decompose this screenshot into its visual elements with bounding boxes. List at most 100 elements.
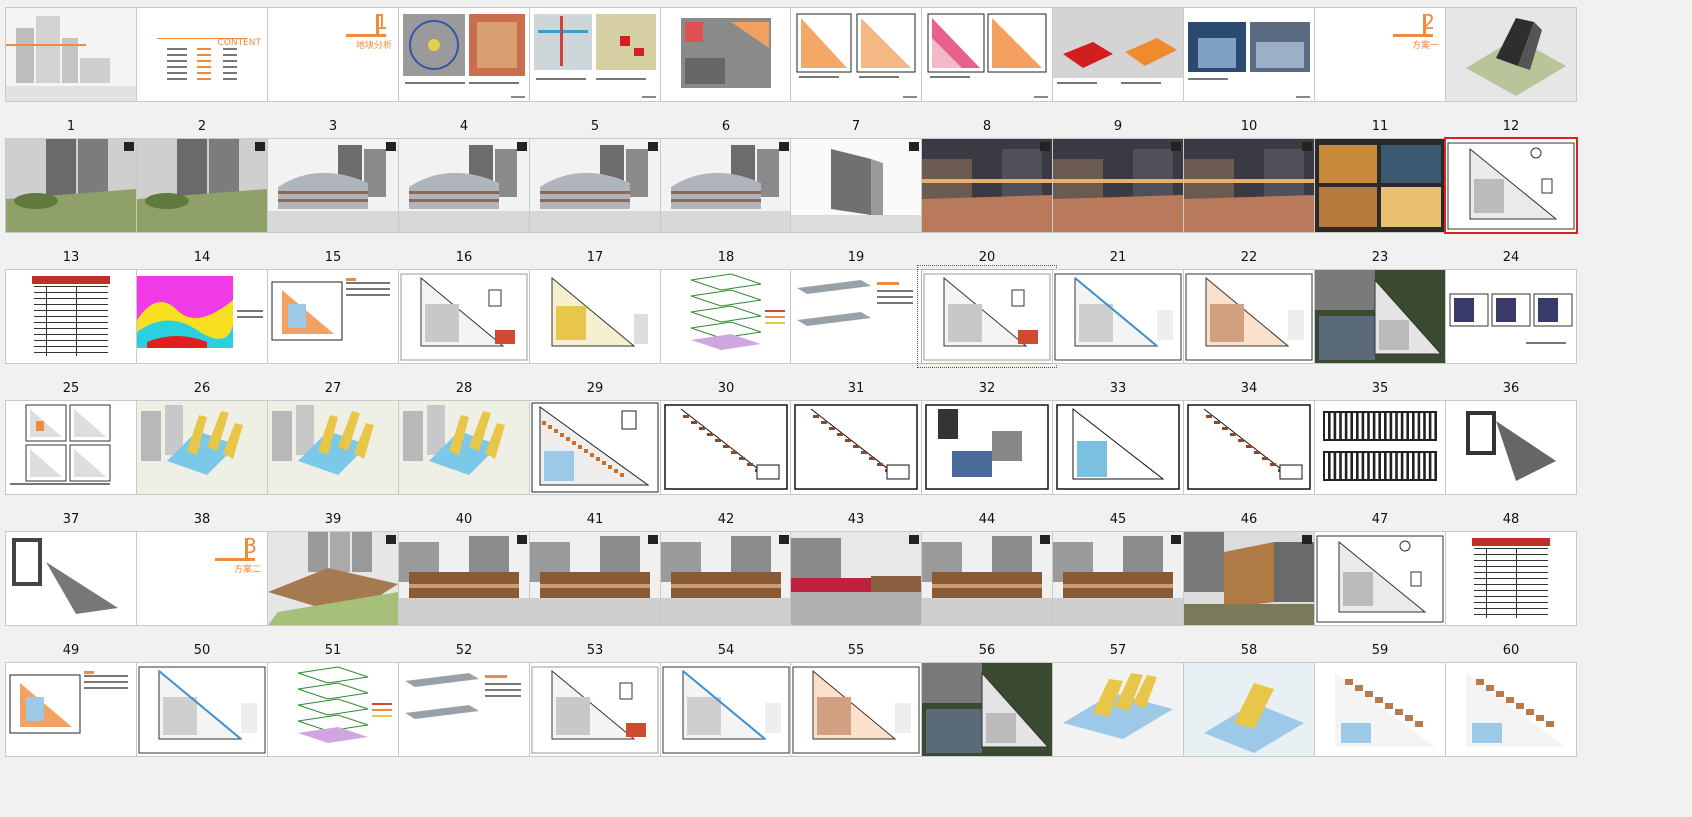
slide-thumbnail[interactable] (267, 269, 399, 364)
slide-thumbnail[interactable] (1314, 138, 1446, 233)
selected-slide-thumbnail[interactable] (1444, 137, 1578, 234)
slide-thumbnail[interactable] (5, 531, 137, 626)
slide-sorter-grid: 1 CONTENT 2 地块分析 1 3 4 5 6 7 8 9 10 方案一 2 11 12 13 14 15 16 1… (0, 0, 1692, 817)
slide-thumbnail-cell: 37 (5, 400, 137, 535)
slide-thumbnail[interactable] (5, 269, 137, 364)
slide-thumbnail[interactable] (1052, 400, 1184, 495)
slide-thumbnail[interactable] (267, 400, 399, 495)
slide-thumbnail[interactable] (1183, 531, 1315, 626)
slide-preview (138, 666, 266, 754)
slide-preview (1472, 538, 1550, 620)
slide-thumbnail[interactable] (921, 138, 1053, 233)
slide-thumbnail[interactable] (529, 531, 661, 626)
slide-number-label: 26 (193, 381, 211, 396)
slide-thumbnail[interactable] (529, 400, 661, 495)
slide-thumbnail[interactable] (1445, 269, 1577, 364)
slide-thumbnail[interactable] (1183, 138, 1315, 233)
slide-thumbnail[interactable] (1052, 7, 1184, 102)
slide-preview (530, 532, 660, 625)
slide-thumbnail-cell (5, 662, 137, 797)
slide-number-label: 58 (1240, 643, 1258, 658)
slide-thumbnail-cell: 21 (1052, 138, 1184, 273)
slide-thumbnail[interactable] (1052, 269, 1184, 364)
slide-thumbnail[interactable] (529, 269, 661, 364)
slide-thumbnail[interactable] (529, 662, 661, 757)
slide-thumbnail[interactable] (660, 138, 792, 233)
slide-thumbnail[interactable] (921, 662, 1053, 757)
slide-thumbnail[interactable] (921, 400, 1053, 495)
slide-thumbnail[interactable] (790, 138, 922, 233)
slide-thumbnail[interactable]: 地块分析 1 (267, 7, 399, 102)
slide-preview (534, 14, 656, 98)
slide-thumbnail[interactable] (660, 662, 792, 757)
slide-thumbnail[interactable] (660, 7, 792, 102)
slide-thumbnail[interactable] (5, 138, 137, 233)
slide-thumbnail[interactable] (660, 400, 792, 495)
slide-number-label: 19 (847, 250, 865, 265)
slide-thumbnail[interactable] (1445, 7, 1577, 102)
slide-number-label: 9 (1113, 119, 1123, 134)
slide-thumbnail[interactable] (1445, 662, 1577, 757)
slide-thumbnail[interactable] (1445, 531, 1577, 626)
slide-thumbnail[interactable] (790, 662, 922, 757)
slide-preview (1053, 663, 1183, 756)
slide-thumbnail[interactable] (267, 138, 399, 233)
slide-thumbnail[interactable] (1183, 400, 1315, 495)
slide-thumbnail[interactable] (398, 269, 530, 364)
slide-thumbnail-cell (267, 662, 399, 797)
slide-thumbnail[interactable] (1314, 531, 1446, 626)
slide-thumbnail[interactable] (5, 400, 137, 495)
slide-thumbnail[interactable] (921, 7, 1053, 102)
slide-thumbnail[interactable] (398, 138, 530, 233)
slide-thumbnail-cell (398, 662, 530, 797)
slide-thumbnail[interactable] (1314, 269, 1446, 364)
slide-thumbnail[interactable] (921, 531, 1053, 626)
slide-preview (297, 666, 392, 743)
slide-thumbnail[interactable] (790, 531, 922, 626)
slide-thumbnail-cell: 16 (398, 138, 530, 273)
slide-thumbnail[interactable] (136, 400, 268, 495)
slide-thumbnail[interactable] (1183, 662, 1315, 757)
slide-preview (1053, 532, 1183, 625)
slide-thumbnail[interactable] (790, 269, 922, 364)
slide-number-label: 38 (193, 512, 211, 527)
slide-thumbnail[interactable] (1314, 400, 1446, 495)
slide-thumbnail[interactable] (660, 531, 792, 626)
slide-thumbnail[interactable] (660, 269, 792, 364)
slide-preview (399, 139, 529, 232)
slide-thumbnail[interactable] (790, 7, 922, 102)
slide-thumbnail-cell: 24 (1444, 137, 1578, 273)
slide-thumbnail[interactable] (136, 138, 268, 233)
slide-thumbnail[interactable] (398, 7, 530, 102)
slide-thumbnail[interactable] (136, 662, 268, 757)
slide-thumbnail[interactable] (529, 138, 661, 233)
slide-preview (927, 13, 1048, 98)
slide-thumbnail[interactable] (1183, 269, 1315, 364)
slide-thumbnail-cell: 22 (1183, 138, 1315, 273)
slide-thumbnail[interactable] (267, 662, 399, 757)
slide-thumbnail[interactable] (267, 531, 399, 626)
slide-thumbnail[interactable] (790, 400, 922, 495)
slide-preview (6, 8, 136, 101)
slide-thumbnail[interactable] (5, 662, 137, 757)
slide-thumbnail[interactable]: 方案一 2 (1314, 7, 1446, 102)
slide-thumbnail[interactable]: 方案二 3 (136, 531, 268, 626)
slide-number-label: 40 (455, 512, 473, 527)
slide-thumbnail[interactable] (136, 269, 268, 364)
slide-thumbnail[interactable] (529, 7, 661, 102)
slide-thumbnail[interactable]: CONTENT (136, 7, 268, 102)
slide-thumbnail[interactable] (1445, 400, 1577, 495)
slide-thumbnail[interactable] (917, 265, 1057, 368)
slide-thumbnail[interactable] (5, 7, 137, 102)
slide-thumbnail[interactable] (398, 662, 530, 757)
slide-thumbnail[interactable] (1052, 138, 1184, 233)
slide-thumbnail[interactable] (1052, 531, 1184, 626)
slide-thumbnail-cell: 23 (1314, 138, 1446, 273)
slide-preview (271, 278, 390, 341)
slide-thumbnail[interactable] (398, 400, 530, 495)
slide-thumbnail-cell: 31 (790, 269, 922, 404)
slide-thumbnail[interactable] (1314, 662, 1446, 757)
slide-thumbnail[interactable] (1052, 662, 1184, 757)
slide-thumbnail[interactable] (398, 531, 530, 626)
slide-thumbnail[interactable] (1183, 7, 1315, 102)
